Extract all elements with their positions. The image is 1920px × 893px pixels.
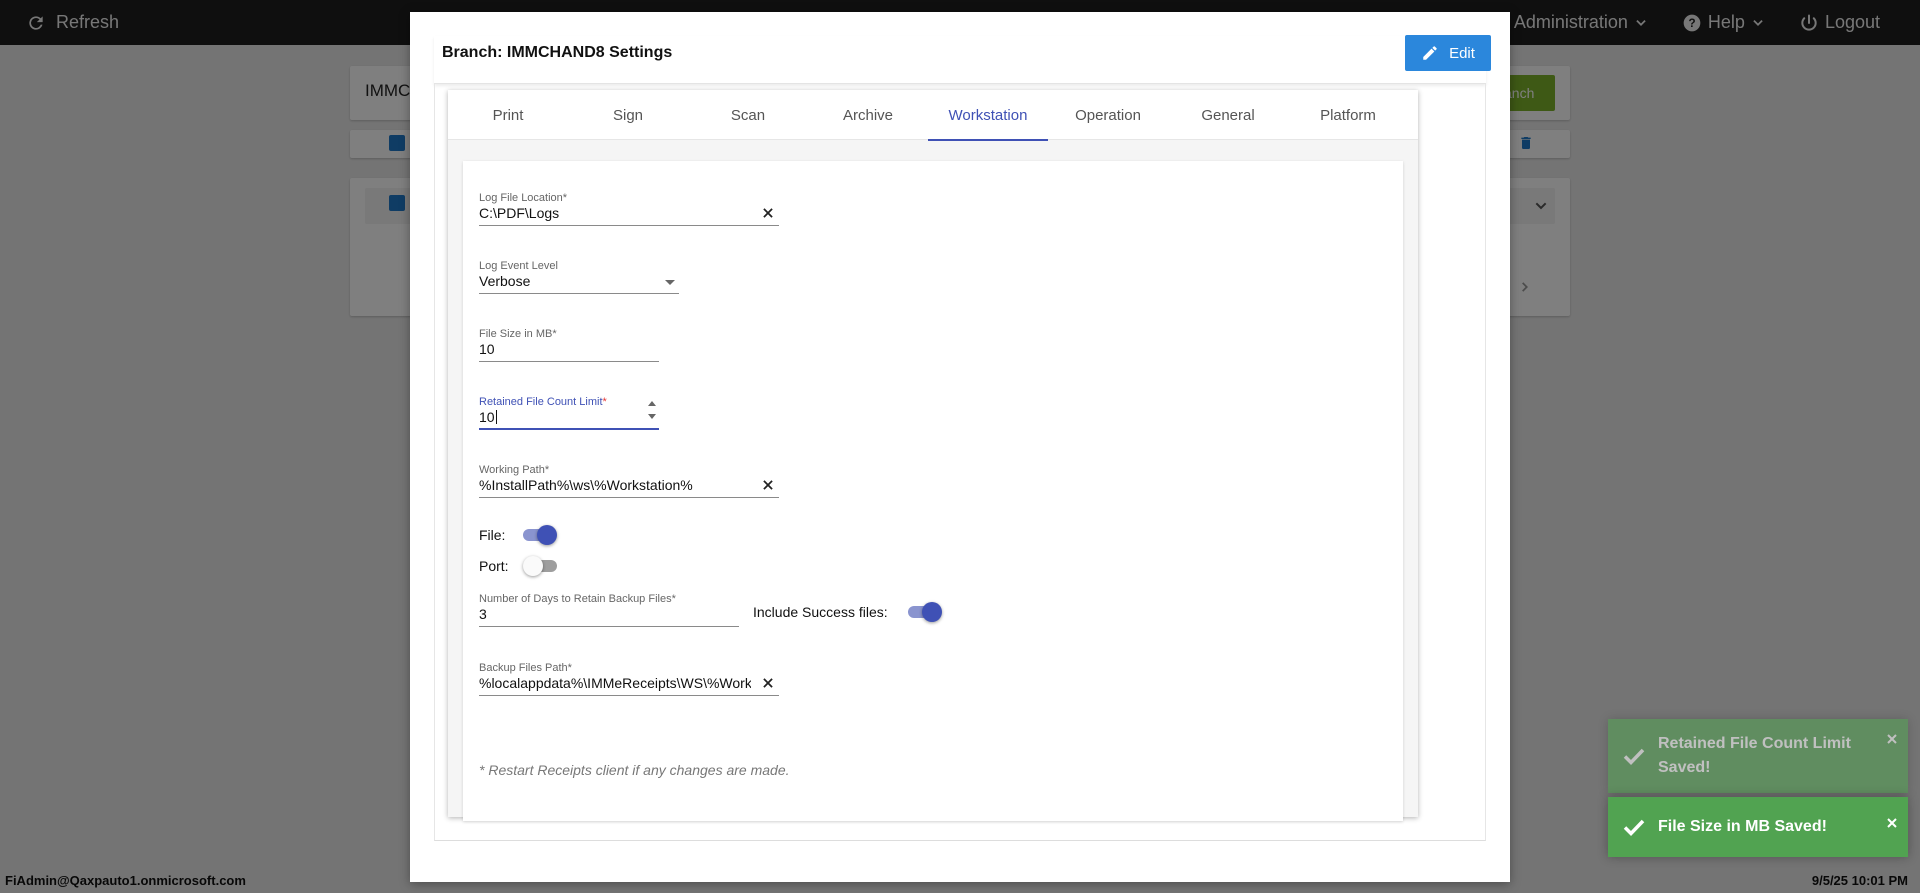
retained-file-count-input[interactable]: Retained File Count Limit* 10: [479, 396, 659, 430]
toast-message: File Size in MB Saved!: [1658, 818, 1827, 835]
log-event-level-value: Verbose: [479, 273, 531, 289]
backup-path-label: Backup Files Path: [479, 662, 568, 674]
check-icon: [1623, 819, 1645, 837]
file-size-value: 10: [479, 341, 495, 357]
toast-file-size-saved[interactable]: File Size in MB Saved!: [1608, 797, 1908, 857]
tab-platform[interactable]: Platform: [1288, 90, 1408, 140]
port-toggle-label: Port:: [479, 558, 509, 574]
backup-path-value: %localappdata%\IMMeReceipts\WS\%Work: [479, 675, 751, 691]
tab-print[interactable]: Print: [448, 90, 568, 140]
toast-message: Retained File Count Limit Saved!: [1658, 735, 1851, 776]
settings-card: Print Sign Scan Archive Workstation Oper…: [448, 90, 1418, 821]
modal-title: Branch: IMMCHAND8 Settings: [442, 44, 673, 61]
working-path-field[interactable]: Working Path* %InstallPath%\ws\%Workstat…: [479, 464, 779, 498]
number-spinner-icon[interactable]: [647, 399, 657, 421]
settings-modal: Branch: IMMCHAND8 Settings Edit Print Si…: [410, 12, 1510, 882]
edit-label: Edit: [1449, 44, 1475, 62]
close-icon[interactable]: [761, 478, 775, 492]
file-toggle[interactable]: [521, 525, 558, 545]
text-caret: [495, 410, 497, 424]
toast-retained-count-saved[interactable]: Retained File Count Limit Saved!: [1608, 719, 1908, 793]
close-icon[interactable]: [761, 206, 775, 220]
backup-path-field[interactable]: Backup Files Path* %localappdata%\IMMeRe…: [479, 662, 779, 696]
file-size-label: File Size in MB: [479, 328, 553, 340]
backup-days-label: Number of Days to Retain Backup Files: [479, 593, 672, 605]
include-success-toggle[interactable]: [906, 602, 942, 622]
workstation-settings-form: Log File Location* C:\PDF\Logs Log Event…: [463, 161, 1403, 821]
file-toggle-row: File:: [479, 525, 558, 545]
close-icon[interactable]: [1886, 733, 1898, 745]
tab-scan[interactable]: Scan: [688, 90, 808, 140]
pencil-icon: [1423, 46, 1437, 60]
close-icon[interactable]: [1886, 817, 1898, 829]
include-success-row: Include Success files:: [753, 602, 942, 622]
tab-sign[interactable]: Sign: [568, 90, 688, 140]
port-toggle-row: Port:: [479, 556, 559, 576]
backup-days-value: 3: [479, 606, 487, 622]
working-path-value: %InstallPath%\ws\%Workstation%: [479, 477, 693, 493]
edit-button[interactable]: Edit: [1405, 35, 1491, 71]
restart-note: * Restart Receipts client if any changes…: [479, 762, 790, 778]
tab-operation[interactable]: Operation: [1048, 90, 1168, 140]
include-success-label: Include Success files:: [753, 604, 888, 620]
log-file-location-label: Log File Location: [479, 192, 563, 204]
retained-file-count-value: 10: [479, 409, 495, 425]
working-path-label: Working Path: [479, 464, 545, 476]
close-icon[interactable]: [761, 676, 775, 690]
check-icon: [1623, 748, 1645, 766]
tab-workstation[interactable]: Workstation: [928, 90, 1048, 141]
log-file-location-field[interactable]: Log File Location* C:\PDF\Logs: [479, 192, 779, 226]
port-toggle[interactable]: [522, 556, 559, 576]
log-event-level-select[interactable]: Log Event Level Verbose: [479, 260, 679, 294]
retained-file-count-label: Retained File Count Limit: [479, 396, 603, 408]
tab-archive[interactable]: Archive: [808, 90, 928, 140]
log-event-level-label: Log Event Level: [479, 260, 558, 272]
backup-days-input[interactable]: Number of Days to Retain Backup Files* 3: [479, 593, 739, 627]
file-size-input[interactable]: File Size in MB* 10: [479, 328, 659, 362]
caret-down-icon: [665, 280, 675, 285]
file-toggle-label: File:: [479, 527, 506, 543]
log-file-location-value: C:\PDF\Logs: [479, 205, 560, 221]
settings-tabs: Print Sign Scan Archive Workstation Oper…: [448, 90, 1418, 141]
tab-general[interactable]: General: [1168, 90, 1288, 140]
